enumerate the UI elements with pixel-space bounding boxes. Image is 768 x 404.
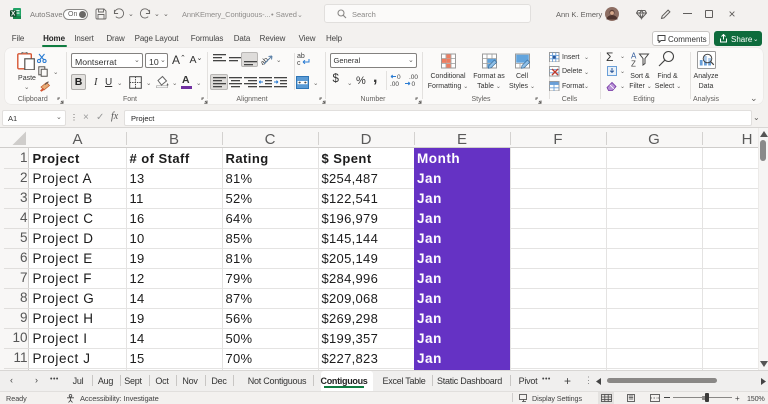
svg-text:0: 0 xyxy=(397,74,401,81)
svg-text:0: 0 xyxy=(412,81,416,87)
svg-text:.00: .00 xyxy=(390,81,399,87)
svg-text:c: c xyxy=(297,60,301,66)
svg-text:ab: ab xyxy=(297,53,305,60)
svg-text:Z: Z xyxy=(631,60,636,68)
svg-text:X: X xyxy=(11,11,16,18)
svg-text:.00: .00 xyxy=(409,74,418,81)
